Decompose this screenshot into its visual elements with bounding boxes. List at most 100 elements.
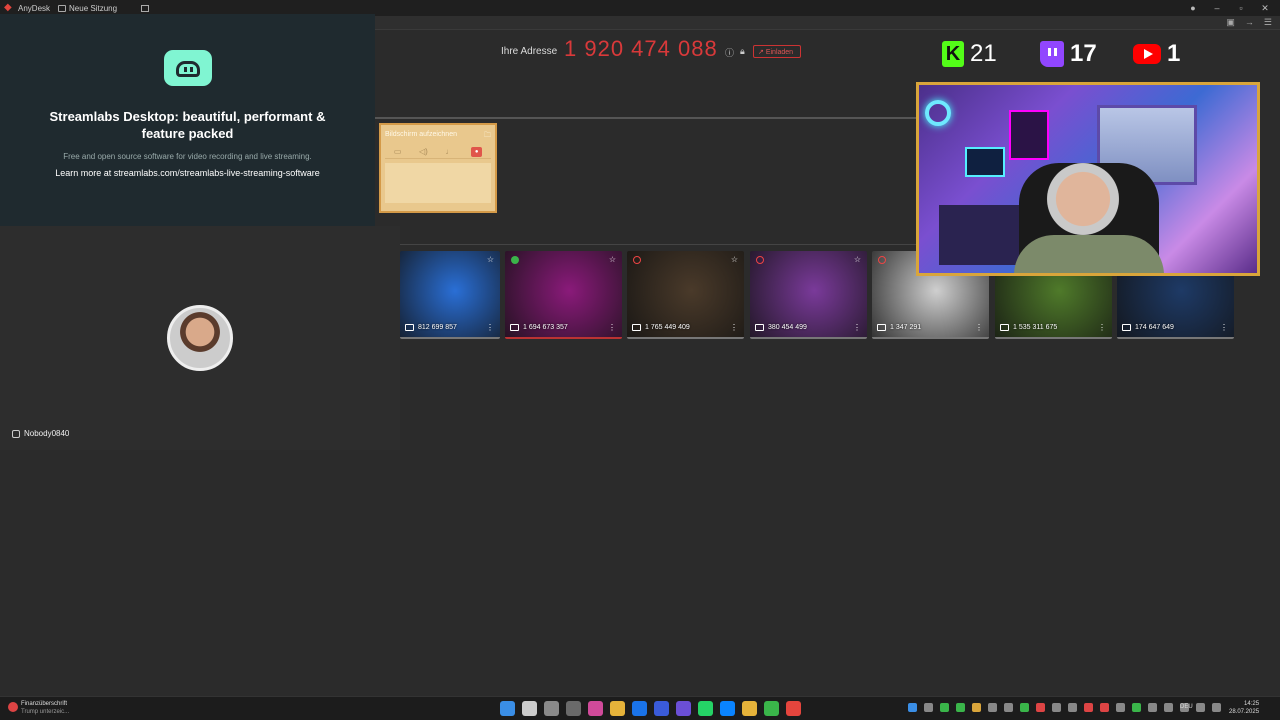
taskbar-app-icon[interactable] — [764, 701, 779, 716]
address-label: Ihre Adresse — [501, 46, 558, 57]
tray-icon[interactable] — [988, 703, 997, 712]
tray-icon[interactable] — [972, 703, 981, 712]
tray-icon[interactable] — [1020, 703, 1029, 712]
thumbnail-bar — [750, 337, 867, 339]
thumbnail-bar — [1117, 337, 1234, 339]
clock-date: 28.07.2025 — [1229, 709, 1260, 715]
thumbnail-bar — [505, 337, 622, 339]
tray-icon[interactable] — [1116, 703, 1125, 712]
kick-counter: K 21 — [942, 40, 997, 68]
star-icon[interactable]: ☆ — [731, 255, 738, 264]
address-number: 1 920 474 088 — [564, 36, 718, 61]
desk — [939, 205, 1029, 265]
address-icons: ⓘ 🔒︎ — [725, 46, 745, 59]
record-button[interactable]: ● — [471, 146, 483, 157]
taskbar-app-icon[interactable] — [566, 701, 581, 716]
minimize-icon[interactable]: – — [1212, 3, 1222, 14]
session-thumbnail[interactable]: ☆ 812 699 857 ⋮ — [400, 251, 500, 339]
more-icon[interactable]: ⋮ — [1220, 323, 1228, 332]
taskbar-app-icon[interactable] — [676, 701, 691, 716]
clock[interactable]: 14:25 28.07.2025 — [1229, 700, 1259, 716]
tray-icon[interactable] — [1148, 703, 1157, 712]
taskbar-app-icon[interactable] — [588, 701, 603, 716]
folder-icon[interactable]: 🗀 — [484, 131, 491, 139]
user-name: Nobody0840 — [24, 429, 70, 438]
tray-icon[interactable] — [924, 703, 933, 712]
monitor-icon — [510, 324, 519, 331]
news-widget[interactable]: Finanzüberschrift Trump unterzeic... — [8, 700, 69, 716]
tray-icon[interactable] — [1196, 703, 1205, 712]
taskbar-app-icon[interactable] — [720, 701, 735, 716]
user-name-row: Nobody0840 — [12, 429, 69, 438]
promo-title: Streamlabs Desktop: beautiful, performan… — [49, 109, 326, 141]
monitor-icon[interactable]: ▭ — [394, 147, 402, 156]
taskbar-app-icon[interactable] — [522, 701, 537, 716]
more-icon[interactable]: ⋮ — [1098, 323, 1106, 332]
window-icon[interactable]: ▣ — [1226, 17, 1235, 28]
recorder-body — [385, 163, 491, 203]
promo-link[interactable]: Learn more at streamlabs.com/streamlabs-… — [40, 167, 335, 179]
chat-icon[interactable] — [141, 4, 150, 12]
tray-icon[interactable] — [1068, 703, 1077, 712]
tray-icon[interactable] — [1212, 703, 1221, 712]
taskbar-app-icon[interactable] — [610, 701, 625, 716]
account-icon[interactable]: ● — [1188, 3, 1198, 14]
speaker-icon[interactable]: ◁) — [419, 147, 428, 156]
more-icon[interactable]: ⋮ — [486, 323, 494, 332]
session-thumbnail[interactable]: ☆ 380 454 499 ⋮ — [750, 251, 867, 339]
taskbar-app-icon[interactable] — [544, 701, 559, 716]
tray-icon[interactable] — [956, 703, 965, 712]
tray-icon[interactable] — [908, 703, 917, 712]
tray-icon[interactable] — [1004, 703, 1013, 712]
more-icon[interactable]: ⋮ — [975, 323, 983, 332]
monitor-icon — [405, 324, 414, 331]
more-icon[interactable]: ⋮ — [853, 323, 861, 332]
taskbar-app-icon[interactable] — [632, 701, 647, 716]
youtube-icon — [1133, 44, 1161, 64]
tray-icon[interactable] — [940, 703, 949, 712]
twitch-icon — [1040, 41, 1064, 67]
thumbnail-bar — [400, 337, 500, 339]
tab-new-session[interactable]: Neue Sitzung — [58, 4, 117, 13]
taskbar-app-icon[interactable] — [698, 701, 713, 716]
star-icon[interactable]: ☆ — [487, 255, 494, 264]
taskbar-app-icon[interactable] — [500, 701, 515, 716]
promo-subtitle: Free and open source software for video … — [63, 152, 312, 161]
tray-icon[interactable] — [1052, 703, 1061, 712]
youtube-counter: 1 — [1133, 40, 1180, 68]
taskbar-app-icon[interactable] — [654, 701, 669, 716]
tray-icon[interactable] — [1132, 703, 1141, 712]
invite-label: Einladen — [765, 49, 794, 56]
taskbar-app-icon[interactable] — [742, 701, 757, 716]
tray-icon[interactable] — [1036, 703, 1045, 712]
kick-icon: K — [942, 41, 964, 67]
menu-icon[interactable]: ☰ — [1264, 17, 1272, 28]
language-indicator[interactable]: DEU — [1180, 704, 1193, 710]
tray-icon[interactable] — [1164, 703, 1173, 712]
more-icon[interactable]: ⋮ — [730, 323, 738, 332]
info-icon[interactable]: ⓘ — [725, 46, 734, 59]
maximize-icon[interactable]: ▫ — [1236, 3, 1246, 14]
more-icon[interactable]: ⋮ — [608, 323, 616, 332]
invite-button[interactable]: ↗ Einladen — [753, 45, 801, 58]
anydesk-logo-icon: ◆ — [4, 2, 12, 13]
tray-icon[interactable] — [1100, 703, 1109, 712]
tray-icon[interactable] — [1084, 703, 1093, 712]
taskbar-app-icon[interactable] — [786, 701, 801, 716]
star-icon[interactable]: ☆ — [609, 255, 616, 264]
monitor-icon — [632, 324, 641, 331]
blocked-status-icon — [633, 256, 641, 264]
lock-icon[interactable]: 🔒︎ — [740, 46, 745, 59]
streamlabs-logo-icon — [164, 50, 212, 86]
streamlabs-promo-panel: Streamlabs Desktop: beautiful, performan… — [0, 14, 375, 226]
star-icon[interactable]: ☆ — [854, 255, 861, 264]
news-icon — [8, 702, 18, 712]
session-thumbnail[interactable]: ☆ 1 765 449 409 ⋮ — [627, 251, 744, 339]
close-icon[interactable]: ✕ — [1260, 3, 1270, 14]
screen-recorder-widget[interactable]: Bildschirm aufzeichnen 🗀 ▭ ◁) ♩ ● — [379, 123, 497, 213]
session-id: 380 454 499 — [768, 324, 807, 331]
monitor-icon — [755, 324, 764, 331]
forward-icon[interactable]: → — [1245, 17, 1254, 28]
microphone-icon[interactable]: ♩ — [445, 147, 453, 156]
session-thumbnail[interactable]: ☆ 1 694 673 357 ⋮ — [505, 251, 622, 339]
